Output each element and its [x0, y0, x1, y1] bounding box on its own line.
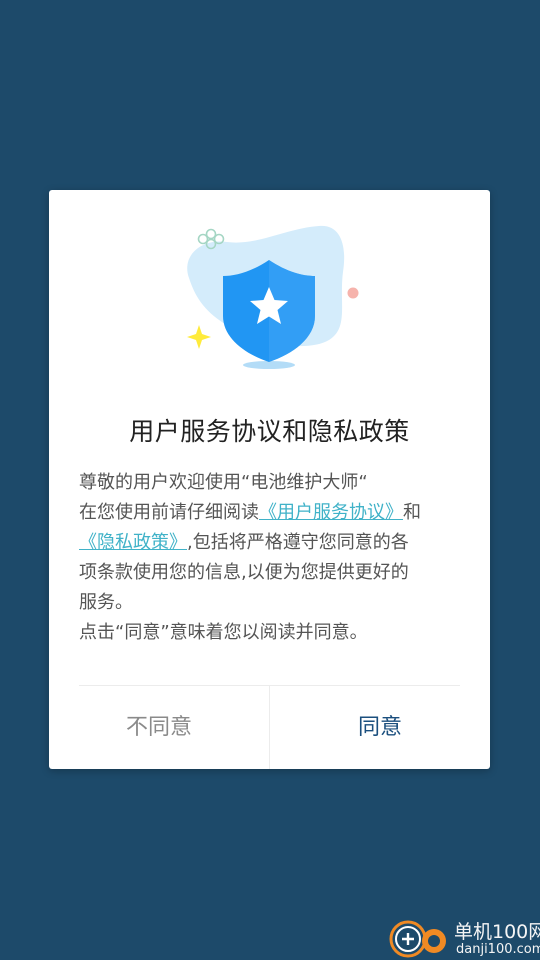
agree-button[interactable]: 同意: [270, 686, 490, 769]
privacy-dialog: 用户服务协议和隐私政策 尊敬的用户欢迎使用“电池维护大师“ 在您使用前请仔细阅读…: [49, 190, 490, 769]
body-privacy-suffix: ,包括将严格遵守您同意的各: [187, 532, 409, 553]
dialog-body: 尊敬的用户欢迎使用“电池维护大师“ 在您使用前请仔细阅读《用户服务协议》和 《隐…: [79, 468, 464, 648]
body-line-consent: 点击“同意”意味着您以阅读并同意。: [79, 622, 368, 643]
service-agreement-link[interactable]: 《用户服务协议》: [259, 502, 403, 523]
shield-star-illustration: [187, 225, 359, 369]
body-line-service: 服务。: [79, 592, 133, 613]
sparkle-icon: [187, 325, 211, 349]
watermark-name: 单机100网: [454, 921, 540, 943]
body-line-welcome: 尊敬的用户欢迎使用“电池维护大师“: [79, 472, 368, 493]
watermark-logo-icon: [389, 920, 446, 958]
shield-shadow: [243, 361, 295, 369]
body-line-read: 在您使用前请仔细阅读《用户服务协议》和: [79, 498, 464, 528]
disagree-button[interactable]: 不同意: [49, 686, 269, 769]
watermark-domain: danji100.com: [456, 942, 540, 957]
body-read-prefix: 在您使用前请仔细阅读: [79, 502, 259, 523]
watermark: 单机100网 danji100.com: [388, 915, 540, 959]
body-read-suffix: 和: [403, 502, 421, 523]
body-line-privacy: 《隐私政策》,包括将严格遵守您同意的各: [79, 528, 464, 558]
dialog-title: 用户服务协议和隐私政策: [129, 417, 410, 446]
body-line-terms: 项条款使用您的信息,以便为您提供更好的: [79, 562, 409, 583]
privacy-policy-link[interactable]: 《隐私政策》: [79, 532, 187, 553]
pink-dot: [347, 287, 359, 299]
